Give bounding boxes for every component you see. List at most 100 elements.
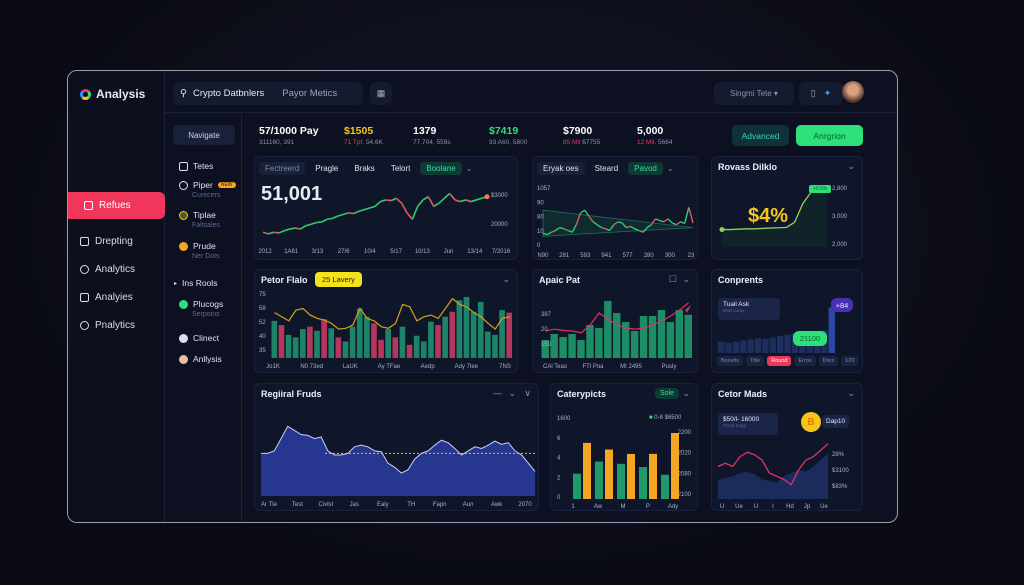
nav-label: Anllysis xyxy=(193,354,222,364)
chip[interactable]: Title xyxy=(746,356,765,366)
advanced-button[interactable]: Advanced xyxy=(732,125,789,146)
tick-label: Jp xyxy=(804,504,811,510)
bar xyxy=(485,331,491,358)
action-button[interactable]: Anrgrion xyxy=(796,125,863,146)
sidebar-item-refues[interactable]: Refues xyxy=(68,192,165,219)
tick-label: I xyxy=(772,504,774,510)
bitcoin-icon: B xyxy=(801,412,821,432)
bar xyxy=(586,325,594,358)
grid-button[interactable]: ▦ xyxy=(370,82,392,105)
nav-sub: Ner Dots xyxy=(192,253,220,260)
avatar[interactable] xyxy=(842,81,864,103)
bar xyxy=(499,310,505,358)
candle-segment xyxy=(675,221,681,226)
chip[interactable]: Erros xyxy=(794,356,816,366)
tick-label: 35 xyxy=(259,348,266,354)
twitter-icon[interactable]: ✦ xyxy=(824,88,832,99)
candle-segment xyxy=(390,197,397,202)
nav-item-piper[interactable]: Piper NEW xyxy=(179,180,236,190)
nav-section-ins-rools[interactable]: ▸ Ins Rools xyxy=(174,278,217,288)
search-icon: ⚲ xyxy=(180,88,187,99)
bar xyxy=(568,334,576,358)
candle-segment xyxy=(310,221,317,225)
candle-segment xyxy=(465,199,472,203)
candle-segment xyxy=(454,199,461,203)
chip[interactable]: Boovits xyxy=(717,356,744,366)
bar xyxy=(754,338,762,353)
bar xyxy=(399,326,406,358)
candle-segment xyxy=(332,215,338,220)
stat-change: 12 Mil, xyxy=(637,139,657,146)
candle-segment xyxy=(294,227,301,230)
sidebar-label: Drepting xyxy=(95,236,133,247)
tick-label: 90 xyxy=(537,200,544,206)
chip[interactable]: Dres xyxy=(818,356,839,366)
chip[interactable]: Round xyxy=(767,356,792,366)
candle-segment xyxy=(417,199,424,207)
info-box-title: Tuail Ask xyxy=(723,301,750,308)
area-fill xyxy=(261,426,535,496)
category-chart: 1600 6 4 2 0 2200 2020 2080 2100 1 Aw M P Ady xyxy=(557,416,692,510)
bar xyxy=(784,334,791,353)
candle-segment xyxy=(659,219,665,223)
tick-label: 3,000 xyxy=(832,214,848,220)
apais-chart: 387 20 150 CAl Teas FTl Poa MI 2495 Pusly xyxy=(541,301,692,370)
navigate-button[interactable]: Navigate xyxy=(173,125,235,145)
nav-item-plucogs[interactable]: Plucogs xyxy=(179,299,223,309)
tick-label: LaUK xyxy=(343,364,358,370)
tick-label: 280 xyxy=(644,253,655,259)
bar xyxy=(342,341,349,358)
candle-segment xyxy=(580,209,586,214)
nav-item-tiplae[interactable]: Tiplae xyxy=(179,210,216,220)
tick-label: 387 xyxy=(541,312,552,318)
sidebar-item-analyies[interactable]: Analyies xyxy=(80,292,133,303)
bookmark-icon[interactable]: ▯ xyxy=(811,88,816,99)
candle-segment xyxy=(262,231,269,235)
sidebar-item-drepting[interactable]: Drepting xyxy=(80,236,133,247)
search-scope[interactable]: Payor Metics xyxy=(282,88,337,99)
tick-label: Hd xyxy=(786,504,794,510)
tick-label: 7NS xyxy=(499,364,511,370)
bar xyxy=(307,326,313,358)
bar xyxy=(299,329,306,358)
nav-item-anllysis[interactable]: Anllysis xyxy=(179,354,222,364)
tick-label: 300 xyxy=(665,253,676,259)
candle-segment xyxy=(348,212,354,215)
user-icon xyxy=(179,180,188,190)
search-value: Crypto Datbnlers xyxy=(192,88,265,99)
tick-label: TH xyxy=(407,502,415,508)
candle-segment xyxy=(671,222,677,226)
candle-segment xyxy=(326,217,333,221)
tick-label: Aedp xyxy=(421,364,436,370)
candle-segment xyxy=(470,199,477,203)
sidebar-label: Analytics xyxy=(95,264,136,275)
bar xyxy=(328,328,335,358)
user-menu[interactable]: Singmi Tete ▾ xyxy=(714,82,794,105)
bar xyxy=(661,474,669,499)
candle-segment xyxy=(438,197,445,204)
table-icon xyxy=(179,161,188,171)
bar xyxy=(649,453,657,499)
search-input[interactable]: ⚲ Crypto Datbnlers Payor Metics xyxy=(173,82,363,105)
tick-label: 20000 xyxy=(491,222,508,228)
stat-value: $7900 xyxy=(563,125,593,137)
candle-segment xyxy=(299,225,307,230)
sidebar-item-pnalytics[interactable]: Pnalytics xyxy=(80,320,135,331)
tick-label: Ue xyxy=(735,504,743,510)
tick-label: 20 xyxy=(541,327,548,333)
nav-item-prude[interactable]: Prude xyxy=(179,241,216,251)
candle-segment xyxy=(460,199,466,203)
bar xyxy=(777,335,784,353)
tick-label: 10 xyxy=(537,229,544,235)
sidebar-item-analytics[interactable]: Analytics xyxy=(80,264,135,275)
candle-segment xyxy=(342,212,349,216)
nav-item-clinect[interactable]: Clinect xyxy=(179,333,219,343)
candle-segment xyxy=(305,223,312,227)
bar xyxy=(725,342,732,353)
bar xyxy=(470,311,477,358)
secondary-nav: Navigate Tetes Piper NEW Curecers Tiplae … xyxy=(165,113,242,522)
tick-label: Jas xyxy=(350,502,359,508)
nav-item-tetes[interactable]: Tetes xyxy=(179,161,213,171)
chip[interactable]: 120 xyxy=(841,356,859,366)
tick-label: 1057 xyxy=(537,186,551,192)
